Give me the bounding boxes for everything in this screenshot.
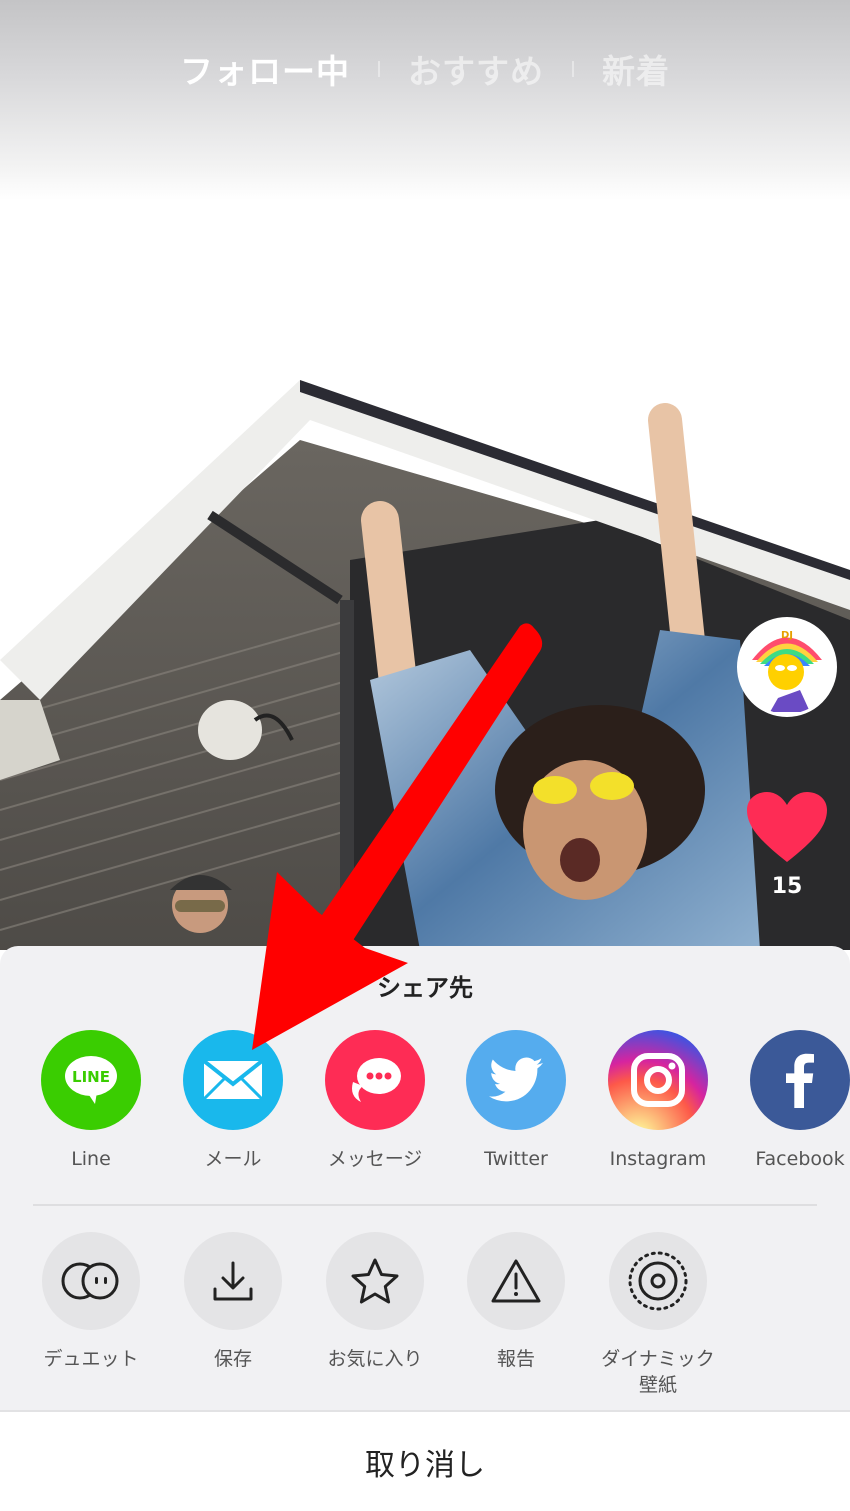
svg-text:LINE: LINE [72, 1068, 110, 1086]
message-icon [325, 1030, 425, 1130]
share-sheet-title: シェア先 [377, 974, 473, 1002]
share-facebook-label: Facebook [755, 1148, 845, 1170]
share-mail-label: メール [204, 1148, 262, 1170]
facebook-icon [750, 1030, 850, 1130]
duet-button[interactable]: デュエット [21, 1232, 161, 1372]
share-message-button[interactable]: メッセージ [305, 1030, 445, 1172]
like-count: 15 [771, 874, 803, 899]
actions-row: デュエット 保存 お気に入り 報告 ダイナミック 壁紙 [0, 1232, 850, 1396]
svg-text:DJ: DJ [781, 630, 793, 641]
report-label: 報告 [496, 1348, 535, 1370]
line-icon: LINE [41, 1030, 141, 1130]
share-twitter-label: Twitter [484, 1148, 548, 1170]
share-targets-row: LINE Line メール メッセージ Twitter Instagram Fa… [0, 1030, 850, 1180]
report-button[interactable]: 報告 [446, 1232, 586, 1372]
like-button[interactable]: 15 [745, 790, 829, 899]
instagram-icon [608, 1030, 708, 1130]
live-wallpaper-label: ダイナミック 壁紙 [588, 1346, 728, 1398]
download-icon [184, 1232, 282, 1330]
tab-recommended[interactable]: おすすめ [380, 45, 572, 93]
live-wallpaper-button[interactable]: ダイナミック 壁紙 [588, 1232, 728, 1398]
heart-icon [747, 792, 827, 862]
share-facebook-button[interactable]: Facebook [730, 1030, 850, 1172]
feed-tabs: フォロー中 おすすめ 新着 [0, 44, 850, 94]
star-icon [326, 1232, 424, 1330]
live-wallpaper-label-line1: ダイナミック [601, 1348, 715, 1370]
section-divider [33, 1204, 817, 1206]
avatar-illustration: DJ [740, 620, 834, 714]
duet-icon [42, 1232, 140, 1330]
share-instagram-label: Instagram [609, 1148, 707, 1170]
tab-new[interactable]: 新着 [574, 45, 698, 93]
share-twitter-button[interactable]: Twitter [446, 1030, 586, 1172]
share-sheet: シェア先 LINE Line メール メッセージ Twitter Instagr… [0, 946, 850, 1511]
save-button[interactable]: 保存 [163, 1232, 303, 1372]
live-wallpaper-label-line2: 壁紙 [638, 1374, 677, 1396]
share-message-label: メッセージ [327, 1148, 423, 1170]
tab-following[interactable]: フォロー中 [152, 45, 378, 93]
favorite-button[interactable]: お気に入り [305, 1232, 445, 1372]
twitter-icon [466, 1030, 566, 1130]
mail-icon [183, 1030, 283, 1130]
share-line-label: Line [71, 1148, 111, 1170]
share-mail-button[interactable]: メール [163, 1030, 303, 1172]
share-instagram-button[interactable]: Instagram [588, 1030, 728, 1172]
favorite-label: お気に入り [327, 1348, 423, 1370]
save-label: 保存 [213, 1348, 252, 1370]
creator-avatar[interactable]: DJ [737, 617, 837, 717]
live-wallpaper-icon [609, 1232, 707, 1330]
warning-icon [467, 1232, 565, 1330]
cancel-button[interactable]: 取り消し [0, 1410, 850, 1511]
share-line-button[interactable]: LINE Line [21, 1030, 161, 1172]
top-gradient [0, 0, 850, 200]
duet-label: デュエット [43, 1348, 139, 1370]
